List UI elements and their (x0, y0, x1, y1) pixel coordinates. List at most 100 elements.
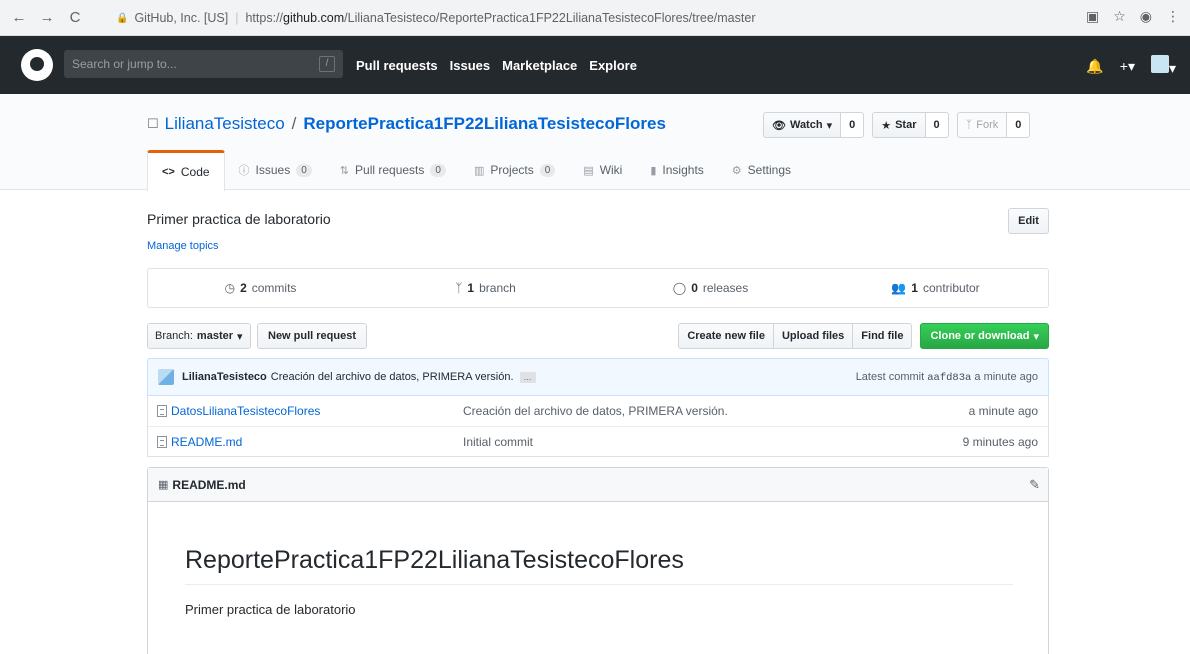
profile-icon[interactable]: ◉ (1140, 8, 1152, 25)
file-commit-message[interactable]: Creación del archivo de datos, PRIMERA v… (463, 404, 728, 418)
tab-counter: 0 (296, 163, 312, 177)
book-icon: ▦ (158, 479, 169, 491)
tab-label: Issues (255, 163, 291, 177)
edit-description-button[interactable]: Edit (1008, 208, 1049, 234)
clone-label: Clone or download (930, 330, 1030, 342)
bookmark-star-icon[interactable]: ☆ (1113, 8, 1126, 25)
gear-icon: ⚙ (731, 164, 742, 177)
tab-code[interactable]: <> Code (147, 150, 225, 191)
create-new-file-button[interactable]: Create new file (678, 323, 774, 349)
lock-icon: 🔒 (116, 12, 129, 24)
commit-message[interactable]: Creación del archivo de datos, PRIMERA v… (271, 371, 514, 383)
tab-counter: 0 (539, 163, 556, 177)
code-icon: <> (162, 166, 175, 178)
manage-topics-link[interactable]: Manage topics (147, 240, 219, 252)
latest-commit-bar: LilianaTesisteco Creación del archivo de… (147, 358, 1049, 396)
reload-icon[interactable]: C (64, 7, 86, 29)
chevron-down-icon: ▾ (1033, 330, 1039, 343)
nav-marketplace[interactable]: Marketplace (502, 58, 577, 73)
avatar[interactable] (158, 369, 174, 385)
file-name-link[interactable]: README.md (171, 435, 463, 449)
star-label: Star (895, 119, 917, 131)
tag-icon: ◯ (672, 281, 687, 295)
readme-heading: ReportePractica1FP22LilianaTesistecoFlor… (185, 546, 1013, 585)
new-pull-request-button[interactable]: New pull request (257, 323, 368, 349)
file-actions: Create new file Upload files Find file C… (678, 323, 1049, 349)
tab-pull-requests[interactable]: ⇅ Pull requests 0 (326, 150, 460, 190)
pull-request-icon: ⇅ (339, 164, 350, 177)
branch-name: master (196, 330, 233, 342)
file-commit-message[interactable]: Initial commit (463, 435, 533, 449)
url-path: /LilianaTesisteco/ReportePractica1FP22Li… (344, 11, 756, 25)
tab-projects[interactable]: ▥ Projects 0 (460, 150, 569, 190)
branch-select-button[interactable]: Branch: master ▾ (147, 323, 251, 349)
tab-issues[interactable]: ⓘ Issues 0 (225, 150, 326, 190)
url-host: github.com (283, 11, 345, 25)
star-group: ★ Star 0 (872, 112, 949, 138)
fork-button[interactable]: ᛉ Fork (956, 112, 1008, 138)
nav-issues[interactable]: Issues (450, 58, 490, 73)
repo-name-link[interactable]: ReportePractica1FP22LilianaTesistecoFlor… (303, 114, 666, 134)
forward-icon[interactable]: → (36, 7, 58, 29)
commit-sha-link[interactable]: aafd83a (927, 372, 971, 384)
pencil-icon[interactable]: ✎ (1029, 477, 1040, 493)
contributors-count[interactable]: 👥 1 contributor (823, 269, 1048, 307)
readme-box: ▦ README.md ✎ ReportePractica1FP22Lilian… (147, 467, 1049, 654)
eye-icon: 👁 (772, 119, 786, 132)
translate-icon[interactable]: ▣ (1086, 8, 1099, 25)
tab-label: Wiki (599, 163, 623, 177)
branch-prefix: Branch: (155, 330, 193, 342)
upload-files-button[interactable]: Upload files (772, 323, 854, 349)
readme-header: ▦ README.md (148, 468, 1048, 502)
tab-label: Settings (747, 163, 792, 177)
star-icon: ★ (881, 119, 892, 132)
repo-owner-link[interactable]: LilianaTesisteco (165, 114, 285, 134)
file-name-link[interactable]: DatosLilianaTesistecoFlores (171, 404, 463, 418)
nav-pull-requests[interactable]: Pull requests (356, 58, 438, 73)
watch-count[interactable]: 0 (841, 112, 865, 138)
user-avatar-menu[interactable]: ▾ (1150, 55, 1176, 77)
create-new-plus-icon[interactable]: +▾ (1120, 58, 1135, 75)
commits-count[interactable]: ◷ 2 commits (148, 269, 373, 307)
address-bar[interactable]: 🔒 GitHub, Inc. [US] | https://github.com… (116, 5, 1034, 31)
file-age: 9 minutes ago (962, 434, 1038, 449)
tab-label: Pull requests (355, 163, 425, 177)
commit-author-link[interactable]: LilianaTesisteco (182, 371, 267, 383)
branches-count[interactable]: ᛉ 1 branch (373, 269, 598, 307)
github-logo-icon[interactable] (21, 49, 53, 81)
search-box[interactable]: / (64, 50, 343, 78)
menu-icon[interactable]: ⋮ (1166, 8, 1180, 25)
clone-or-download-button[interactable]: Clone or download ▾ (920, 323, 1049, 349)
branches-label: branch (479, 281, 516, 295)
tab-insights[interactable]: ▮ Insights (636, 150, 717, 190)
notifications-bell-icon[interactable]: 🔔 (1086, 58, 1103, 75)
repo-icon: ☐ (147, 116, 159, 131)
latest-commit-label: Latest commit (855, 371, 925, 383)
tab-settings[interactable]: ⚙ Settings (718, 150, 805, 190)
repo-title-separator: / (291, 114, 297, 133)
list-item: README.md Initial commit 9 minutes ago (148, 426, 1048, 456)
releases-count[interactable]: ◯ 0 releases (598, 269, 823, 307)
star-button[interactable]: ★ Star (872, 112, 926, 138)
file-list: DatosLilianaTesistecoFlores Creación del… (147, 396, 1049, 457)
back-icon[interactable]: ← (8, 7, 30, 29)
expand-commit-message-button[interactable]: … (519, 371, 536, 383)
search-input[interactable] (72, 57, 302, 71)
issue-icon: ⓘ (238, 165, 250, 177)
book-icon: ▤ (583, 164, 594, 177)
star-count[interactable]: 0 (925, 112, 949, 138)
url-scheme: https:// (245, 11, 284, 25)
chevron-down-icon: ▾ (237, 330, 243, 343)
fork-icon: ᛉ (965, 119, 973, 131)
fork-group: ᛉ Fork 0 (956, 112, 1031, 138)
watch-button[interactable]: 👁 Watch ▾ (763, 112, 842, 138)
address-separator: | (235, 11, 239, 25)
tab-wiki[interactable]: ▤ Wiki (569, 150, 636, 190)
list-item: DatosLilianaTesistecoFlores Creación del… (148, 396, 1048, 426)
file-age: a minute ago (968, 404, 1038, 418)
avatar (1150, 55, 1169, 73)
fork-count[interactable]: 0 (1007, 112, 1031, 138)
nav-explore[interactable]: Explore (589, 58, 637, 73)
find-file-button[interactable]: Find file (852, 323, 913, 349)
file-icon (157, 405, 167, 417)
